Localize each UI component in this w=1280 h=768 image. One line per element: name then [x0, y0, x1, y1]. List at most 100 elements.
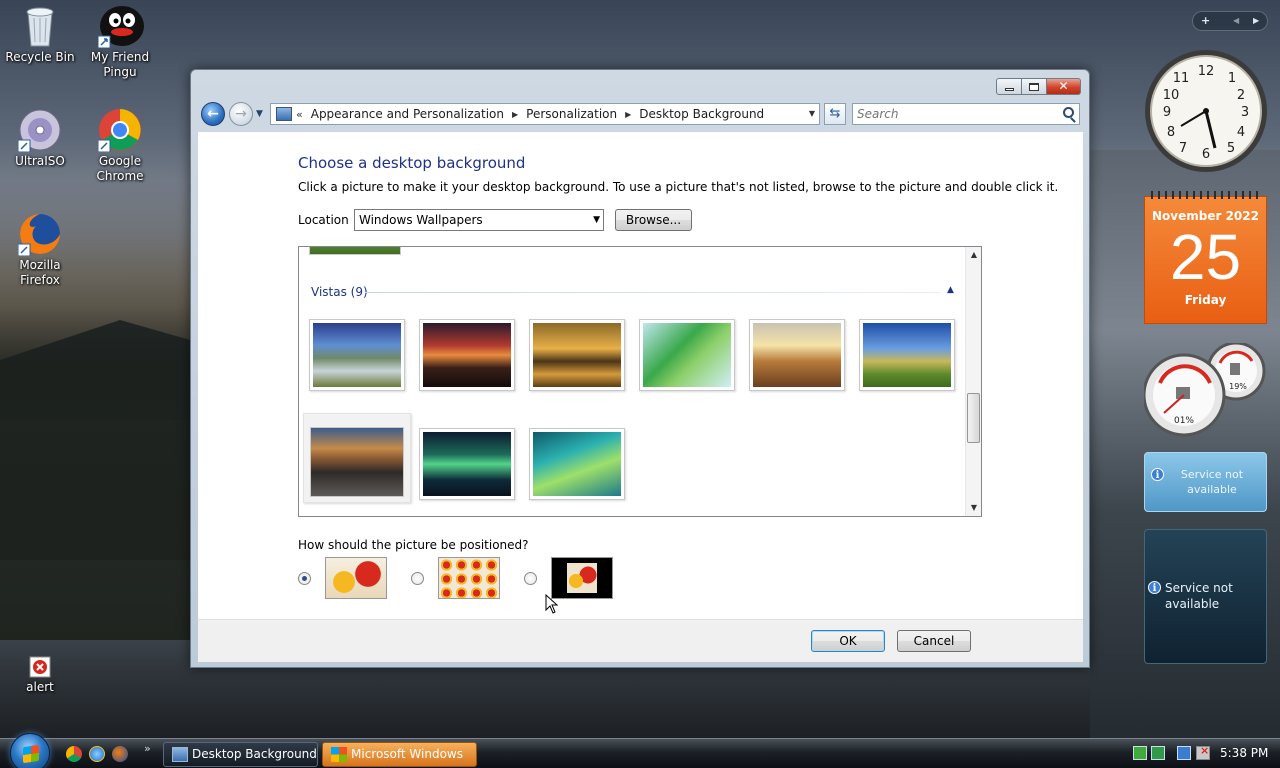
collapse-group-icon[interactable]: ▲	[947, 285, 954, 295]
weather-gadget-large[interactable]: i Service not available	[1144, 529, 1267, 664]
volume-muted-icon[interactable]: ×	[1196, 744, 1210, 760]
scroll-up-icon[interactable]: ▲	[966, 247, 981, 263]
page-instructions: Click a picture to make it your desktop …	[298, 180, 1059, 194]
taskbar-button-desktop-background[interactable]: Desktop Background	[163, 742, 318, 767]
scrollbar-thumb[interactable]	[967, 393, 980, 443]
refresh-button[interactable]: ⇆	[824, 103, 846, 125]
safely-remove-icon[interactable]	[1151, 746, 1165, 760]
address-bar[interactable]: « Appearance and Personalization ▶ Perso…	[270, 103, 820, 125]
address-dropdown-icon[interactable]: ▼	[809, 109, 815, 118]
wallpaper-thumbnail[interactable]	[419, 428, 515, 500]
forward-button[interactable]: →	[229, 102, 253, 126]
back-button[interactable]: ←	[201, 102, 225, 126]
windows-logo-icon	[23, 744, 39, 764]
wallpaper-thumbnail-partial[interactable]	[309, 247, 401, 255]
weather-gadget-small[interactable]: i Service not available	[1144, 452, 1267, 512]
position-question: How should the picture be positioned?	[298, 538, 529, 552]
wallpaper-image	[863, 323, 951, 387]
close-icon: ✕	[1058, 79, 1069, 93]
desktop-icon-ultraiso[interactable]: UltraISO	[0, 108, 80, 169]
search-box[interactable]	[852, 103, 1080, 125]
wallpaper-thumbnail[interactable]	[639, 319, 735, 391]
breadcrumb-overflow-icon[interactable]: «	[296, 108, 303, 121]
firefox-icon	[17, 212, 62, 257]
cancel-button[interactable]: Cancel	[897, 630, 971, 652]
sidebar-prev-icon[interactable]: ◀	[1233, 16, 1239, 25]
breadcrumb-separator-icon[interactable]: ▶	[512, 110, 518, 119]
sidebar-next-icon[interactable]: ▶	[1253, 16, 1259, 25]
position-tile-preview[interactable]	[438, 557, 500, 599]
wallpaper-thumbnail-selected[interactable]	[303, 413, 411, 503]
wallpaper-thumbnail[interactable]	[309, 319, 405, 391]
position-fit-radio[interactable]	[298, 572, 311, 585]
vertical-scrollbar[interactable]: ▲ ▼	[965, 247, 981, 516]
network-icon[interactable]	[1133, 746, 1147, 760]
position-fit-preview[interactable]	[325, 557, 387, 599]
maximize-button[interactable]	[1022, 78, 1047, 95]
cpu-meter-gadget[interactable]: 01% 19%	[1144, 343, 1268, 439]
search-icon[interactable]	[1063, 107, 1074, 118]
chrome-icon	[97, 108, 142, 153]
breadcrumb-separator-icon[interactable]: ▶	[625, 110, 631, 119]
taskbar-clock[interactable]: 5:38 PM	[1220, 746, 1268, 760]
sidebar-controls[interactable]: + ◀ ▶	[1192, 11, 1268, 31]
clock-gadget[interactable]: 12 12 345 678 91011	[1143, 48, 1269, 174]
wallpaper-thumbnail[interactable]	[419, 319, 515, 391]
taskbar-button-microsoft-windows[interactable]: Microsoft Windows	[322, 742, 477, 767]
ok-button[interactable]: OK	[811, 630, 885, 652]
wallpaper-image	[533, 432, 621, 496]
wallpaper-image	[313, 323, 401, 387]
wallpaper-image	[423, 432, 511, 496]
svg-text:7: 7	[1179, 141, 1187, 156]
position-tile-radio[interactable]	[411, 572, 424, 585]
pingu-icon	[97, 4, 144, 49]
wallpaper-thumbnail[interactable]	[529, 319, 625, 391]
start-button[interactable]	[10, 733, 50, 768]
svg-text:8: 8	[1167, 125, 1175, 140]
scroll-down-icon[interactable]: ▼	[966, 500, 981, 516]
breadcrumb-item[interactable]: Desktop Background	[639, 107, 764, 121]
svg-text:4: 4	[1237, 125, 1245, 140]
mouse-cursor-icon	[545, 594, 559, 614]
desktop-icon-alert[interactable]: alert	[0, 656, 80, 695]
browse-button[interactable]: Browse...	[615, 209, 692, 231]
firefox-quicklaunch-icon[interactable]	[112, 746, 128, 762]
breadcrumb-item[interactable]: Personalization	[526, 107, 617, 121]
svg-text:1: 1	[1228, 71, 1236, 86]
position-center-radio[interactable]	[524, 572, 537, 585]
quicklaunch-overflow-icon[interactable]: »	[144, 742, 151, 755]
search-input[interactable]	[853, 104, 1053, 124]
windows-flag-icon	[331, 747, 347, 762]
weather-status: Service not available	[1165, 581, 1233, 611]
taskbar-button-label: Microsoft Windows	[351, 747, 463, 761]
desktop-icon-chrome[interactable]: Google Chrome	[80, 108, 160, 184]
desktop-icon-label: My Friend Pingu	[90, 50, 150, 79]
desktop-icon-label: Recycle Bin	[5, 50, 75, 64]
back-arrow-icon: ←	[207, 106, 219, 122]
recent-pages-button[interactable]: ▼	[256, 109, 263, 119]
desktop-icon-label: Mozilla Firefox	[19, 258, 61, 287]
weather-status: Service not available	[1180, 468, 1244, 496]
minimize-button[interactable]	[996, 78, 1022, 95]
desktop-icon-pingu[interactable]: My Friend Pingu	[80, 4, 160, 80]
svg-text:10: 10	[1163, 88, 1180, 103]
wallpaper-thumbnail[interactable]	[749, 319, 845, 391]
location-dropdown[interactable]: Windows Wallpapers ▼	[354, 209, 604, 231]
svg-text:9: 9	[1163, 105, 1171, 120]
wallpaper-thumbnail[interactable]	[529, 428, 625, 500]
memory-meter-value: 19%	[1229, 382, 1247, 391]
ie-quicklaunch-icon[interactable]	[89, 746, 105, 762]
connection-icon[interactable]	[1177, 746, 1191, 760]
control-panel-icon	[172, 747, 188, 762]
wallpaper-list[interactable]: Vistas (9) ▲ ▲ ▼	[298, 246, 982, 517]
position-center-preview[interactable]	[551, 557, 613, 599]
wallpaper-thumbnail[interactable]	[859, 319, 955, 391]
close-button[interactable]: ✕	[1047, 78, 1081, 95]
chrome-quicklaunch-icon[interactable]	[66, 746, 82, 762]
add-gadget-icon[interactable]: +	[1201, 14, 1210, 27]
breadcrumb-item[interactable]: Appearance and Personalization	[311, 107, 504, 121]
desktop-icon-recycle-bin[interactable]: Recycle Bin	[0, 4, 80, 65]
desktop-icon-firefox[interactable]: Mozilla Firefox	[0, 212, 80, 288]
group-header-vistas[interactable]: Vistas (9)	[311, 285, 368, 299]
calendar-gadget[interactable]: November 2022 25 Friday	[1144, 191, 1267, 324]
